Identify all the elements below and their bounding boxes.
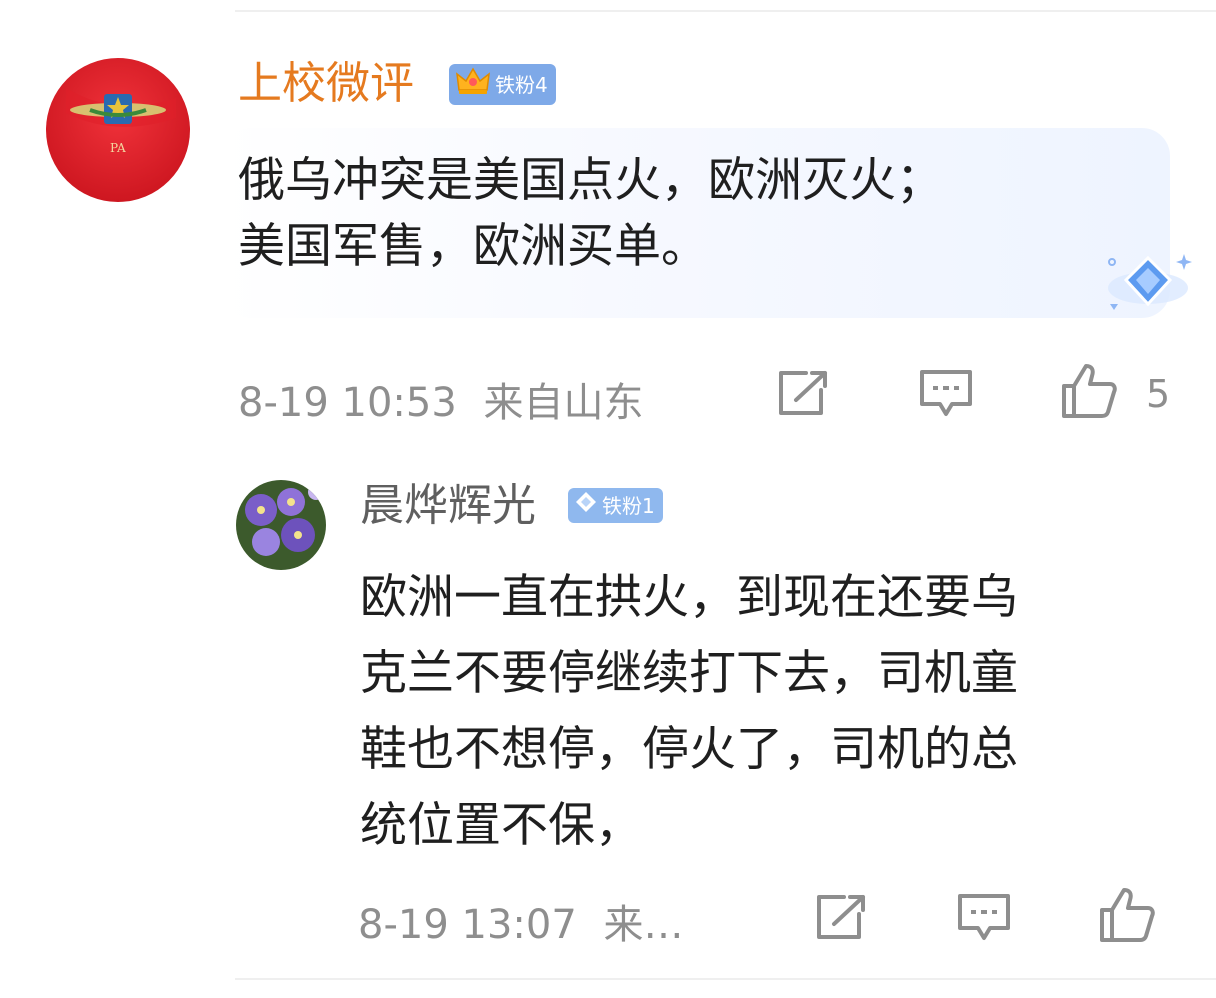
share-icon[interactable] [814,892,868,946]
comment-time: 8-19 10:53 [238,380,457,426]
svg-text:PA: PA [110,141,126,155]
share-icon[interactable] [776,368,830,422]
fan-badge[interactable]: 铁粉1 [568,488,663,523]
bottom-divider [235,978,1216,980]
reply-time: 8-19 13:07 [358,902,577,948]
like-icon[interactable] [1098,886,1156,948]
fan-badge[interactable]: 铁粉4 [449,64,556,105]
top-divider [235,10,1216,12]
diamond-icon [1108,254,1192,310]
like-icon[interactable] [1060,362,1118,424]
comment-icon[interactable] [956,892,1012,946]
reply-meta: 8-19 13:07 来… [358,892,684,950]
comment-text: 俄乌冲突是美国点火，欧洲灭火； 美国军售，欧洲买单。 [238,148,943,280]
reply-text-line: 欧洲一直在拱火，到现在还要乌 [360,570,1018,625]
crown-icon [455,66,491,103]
reply-text-line: 统位置不保， [360,798,642,853]
comment-username[interactable]: 上校微评 [238,58,414,110]
reply-username[interactable]: 晨烨辉光 [360,480,536,532]
reply-text-line: 鞋也不想停，停火了，司机的总 [360,722,1018,777]
comment-icon[interactable] [918,368,974,422]
like-count: 5 [1146,372,1171,416]
comment-text-line: 俄乌冲突是美国点火，欧洲灭火； [238,153,943,208]
badge-label: 铁粉1 [602,493,655,518]
comment-location: 来自山东 [483,380,644,426]
diamond-icon [574,490,598,521]
comment-meta: 8-19 10:53 来自山东 [238,370,644,428]
reply-text: 欧洲一直在拱火，到现在还要乌 克兰不要停继续打下去，司机童 鞋也不想停，停火了，… [360,560,1018,864]
badge-label: 铁粉4 [495,72,548,97]
avatar[interactable]: PA [46,58,190,202]
reply-text-line: 克兰不要停继续打下去，司机童 [360,646,1018,701]
comment-text-line: 美国军售，欧洲买单。 [238,219,708,274]
reply-location: 来… [603,902,684,948]
reply-avatar[interactable] [236,480,326,570]
